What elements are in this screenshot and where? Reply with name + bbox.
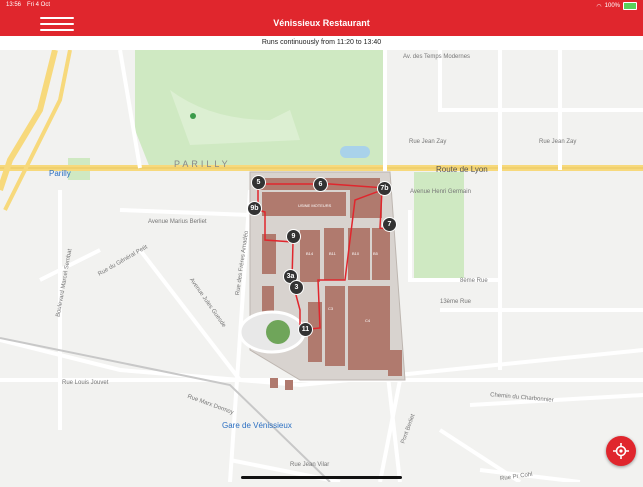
- station-label: Gare de Vénissieux: [222, 421, 292, 430]
- street-label: Avenue Henri Germain: [410, 189, 471, 195]
- status-bar: 13:56 Fri 4 Oct ◠ 100%: [0, 0, 643, 12]
- battery-icon: [623, 2, 637, 10]
- building-label: B11: [329, 251, 337, 256]
- building-label: B14: [306, 251, 314, 256]
- building-label: B5: [373, 251, 379, 256]
- street-label: Av. des Temps Modernes: [403, 54, 471, 60]
- building-label: USINE MOTEURS: [298, 203, 332, 208]
- route-stop-marker[interactable]: 7: [382, 217, 397, 232]
- street-label: Rue Jean Zay: [539, 139, 577, 145]
- street-label: Rue Jean Vilar: [290, 462, 330, 468]
- route-stop-marker[interactable]: 7b: [377, 181, 392, 196]
- area-label: PARILLY: [174, 159, 231, 169]
- route-stop-marker[interactable]: 9: [286, 229, 301, 244]
- street-label: Rue Jean Zay: [409, 139, 447, 145]
- schedule-banner: Runs continuously from 11:20 to 13:40: [0, 36, 643, 51]
- crosshair-icon: [613, 443, 629, 459]
- building-label: C4: [365, 318, 371, 323]
- route-stop-marker[interactable]: 9b: [247, 201, 262, 216]
- street-label: 13ème Rue: [440, 299, 472, 305]
- status-right: ◠ 100%: [596, 2, 637, 10]
- pond: [340, 146, 370, 158]
- building-label: C3: [328, 306, 334, 311]
- status-date: Fri 4 Oct: [27, 2, 51, 8]
- locate-me-button[interactable]: [606, 436, 636, 466]
- street-label: Route de Lyon: [436, 165, 488, 174]
- menu-line-icon: [40, 29, 74, 31]
- street-label: 8ème Rue: [460, 278, 488, 284]
- page-title: Vénissieux Restaurant: [273, 18, 370, 28]
- map-view[interactable]: USINE MOTEURS B14 B11 B10 B5 C3 C4 PARIL…: [0, 49, 643, 484]
- building-label: B10: [352, 251, 360, 256]
- battery-percent: 100%: [604, 3, 620, 9]
- route-stop-marker[interactable]: 11: [298, 322, 313, 337]
- map-canvas[interactable]: USINE MOTEURS B14 B11 B10 B5 C3 C4: [0, 49, 643, 484]
- route-stop-marker[interactable]: 5: [251, 175, 266, 190]
- status-time: 13:56: [6, 2, 22, 8]
- street-label: Rue Louis Jouvet: [62, 380, 109, 386]
- street-label: Avenue Marius Berliet: [148, 219, 207, 225]
- wifi-icon: ◠: [596, 3, 602, 10]
- station-label: Parilly: [49, 169, 71, 178]
- route-stop-marker[interactable]: 6: [313, 177, 328, 192]
- home-indicator: [241, 476, 402, 479]
- nav-bar: Vénissieux Restaurant: [0, 12, 643, 36]
- route-stop-marker[interactable]: 3: [289, 280, 304, 295]
